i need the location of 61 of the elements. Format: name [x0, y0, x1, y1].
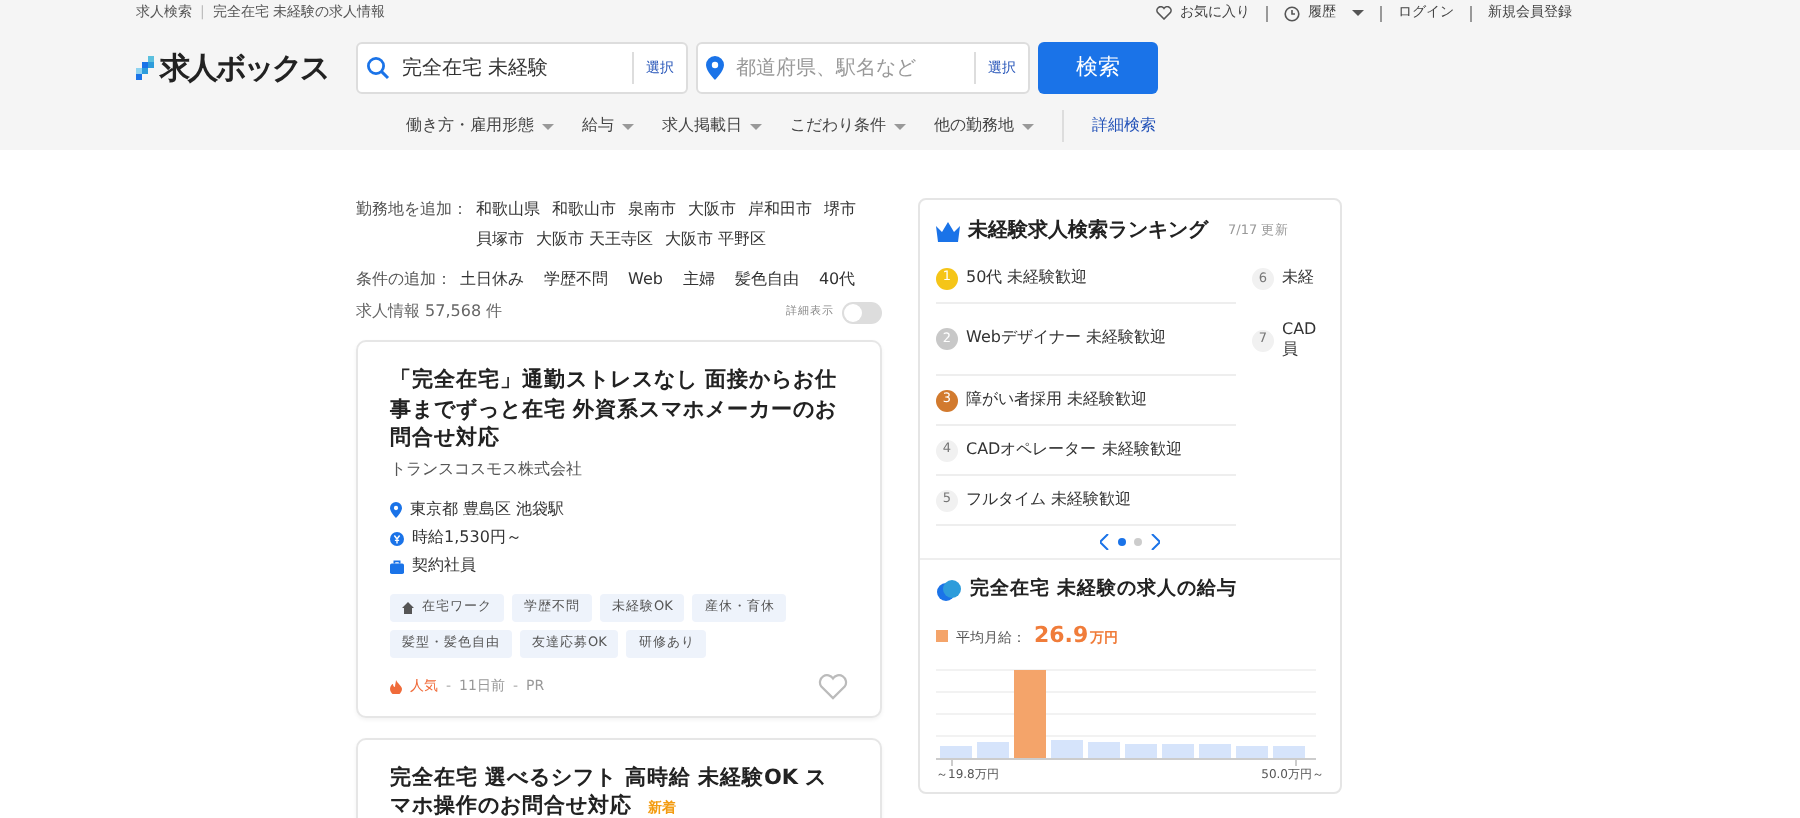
condition-link[interactable]: 髪色自由: [734, 268, 799, 292]
ranking-link[interactable]: Webデザイナー 未経験歓迎: [966, 328, 1166, 350]
clock-icon: [1284, 5, 1300, 21]
link-separator: [1266, 5, 1268, 21]
condition-link[interactable]: 土日休み: [460, 268, 524, 292]
employment-type: 契約社員: [412, 554, 476, 579]
location-link[interactable]: 岸和田市: [748, 198, 812, 222]
logo-icon: [136, 56, 160, 80]
location-pin-icon: [706, 56, 724, 80]
job-location: 東京都 豊島区 池袋駅: [410, 498, 565, 523]
filter-dropdown[interactable]: 働き方・雇用形態: [406, 114, 554, 138]
ranking-link[interactable]: CAD 員: [1282, 319, 1317, 361]
location-link[interactable]: 和歌山県: [476, 198, 540, 222]
ranking-link[interactable]: 未経: [1282, 268, 1314, 290]
ranking-link[interactable]: フルタイム 未経験歓迎: [966, 489, 1132, 511]
briefcase-icon: [390, 559, 404, 574]
location-link[interactable]: 堺市: [824, 198, 856, 222]
ranking-link[interactable]: 50代 未経験歓迎: [966, 267, 1088, 289]
logo-text[interactable]: 求人ボックス: [160, 45, 328, 91]
add-location-label: 勤務地を追加：: [356, 198, 468, 222]
search-button[interactable]: 検索: [1038, 42, 1158, 94]
heart-icon: [1156, 6, 1172, 20]
flame-icon: [390, 679, 402, 694]
job-salary: 時給1,530円～: [412, 526, 522, 551]
filter-dropdown[interactable]: 他の勤務地: [934, 114, 1034, 138]
filter-dropdown[interactable]: 求人掲載日: [662, 114, 762, 138]
average-salary: 26.9: [1034, 620, 1089, 653]
ranking-title: 未経験求人検索ランキング: [968, 217, 1208, 246]
link-separator: [1470, 5, 1472, 21]
location-link[interactable]: 和歌山市: [552, 198, 616, 222]
advanced-search-link[interactable]: 詳細検索: [1092, 114, 1156, 138]
add-condition-label: 条件の追加：: [356, 268, 452, 292]
filter-dropdown[interactable]: こだわり条件: [790, 114, 906, 138]
ranking-link[interactable]: 障がい者採用 未経験歓迎: [966, 389, 1148, 411]
crown-icon: [936, 221, 960, 241]
filter-dropdown[interactable]: 給与: [582, 114, 634, 138]
company-name: トランスコスモス株式会社: [390, 458, 584, 483]
job-title[interactable]: 「完全在宅」通勤ストレスなし 面接からお仕事までずっと在宅 外資系スマホメーカーのお問合せ対応: [390, 366, 848, 455]
salary-title: 完全在宅 未経験の求人の給与: [970, 576, 1237, 604]
yen-coin-icon: [936, 579, 962, 602]
condition-link[interactable]: 40代: [818, 268, 856, 292]
search-icon: [366, 56, 390, 80]
chevron-left-icon[interactable]: [1100, 534, 1110, 550]
pager-dot[interactable]: [1134, 538, 1142, 546]
location-link[interactable]: 大阪市 平野区: [665, 228, 767, 252]
location-pin-icon: [390, 502, 402, 519]
condition-link[interactable]: 学歴不問: [544, 268, 608, 292]
result-count: 求人情報 57,568 件: [356, 300, 503, 324]
location-link[interactable]: 大阪市 天王寺区: [536, 228, 654, 252]
pager-dot[interactable]: [1118, 538, 1126, 546]
condition-link[interactable]: 主婦: [682, 268, 715, 292]
ranking-link[interactable]: CADオペレーター 未経験歓迎: [966, 439, 1182, 461]
yen-icon: [390, 531, 404, 546]
location-link[interactable]: 貝塚市: [476, 228, 524, 252]
location-link[interactable]: 泉南市: [628, 198, 676, 222]
link-separator: [1380, 5, 1382, 21]
condition-link[interactable]: Web: [628, 268, 663, 292]
chevron-right-icon[interactable]: [1150, 534, 1160, 550]
legend-square-icon: [936, 630, 948, 643]
detail-toggle[interactable]: [842, 301, 882, 323]
location-link[interactable]: 大阪市: [688, 198, 736, 222]
